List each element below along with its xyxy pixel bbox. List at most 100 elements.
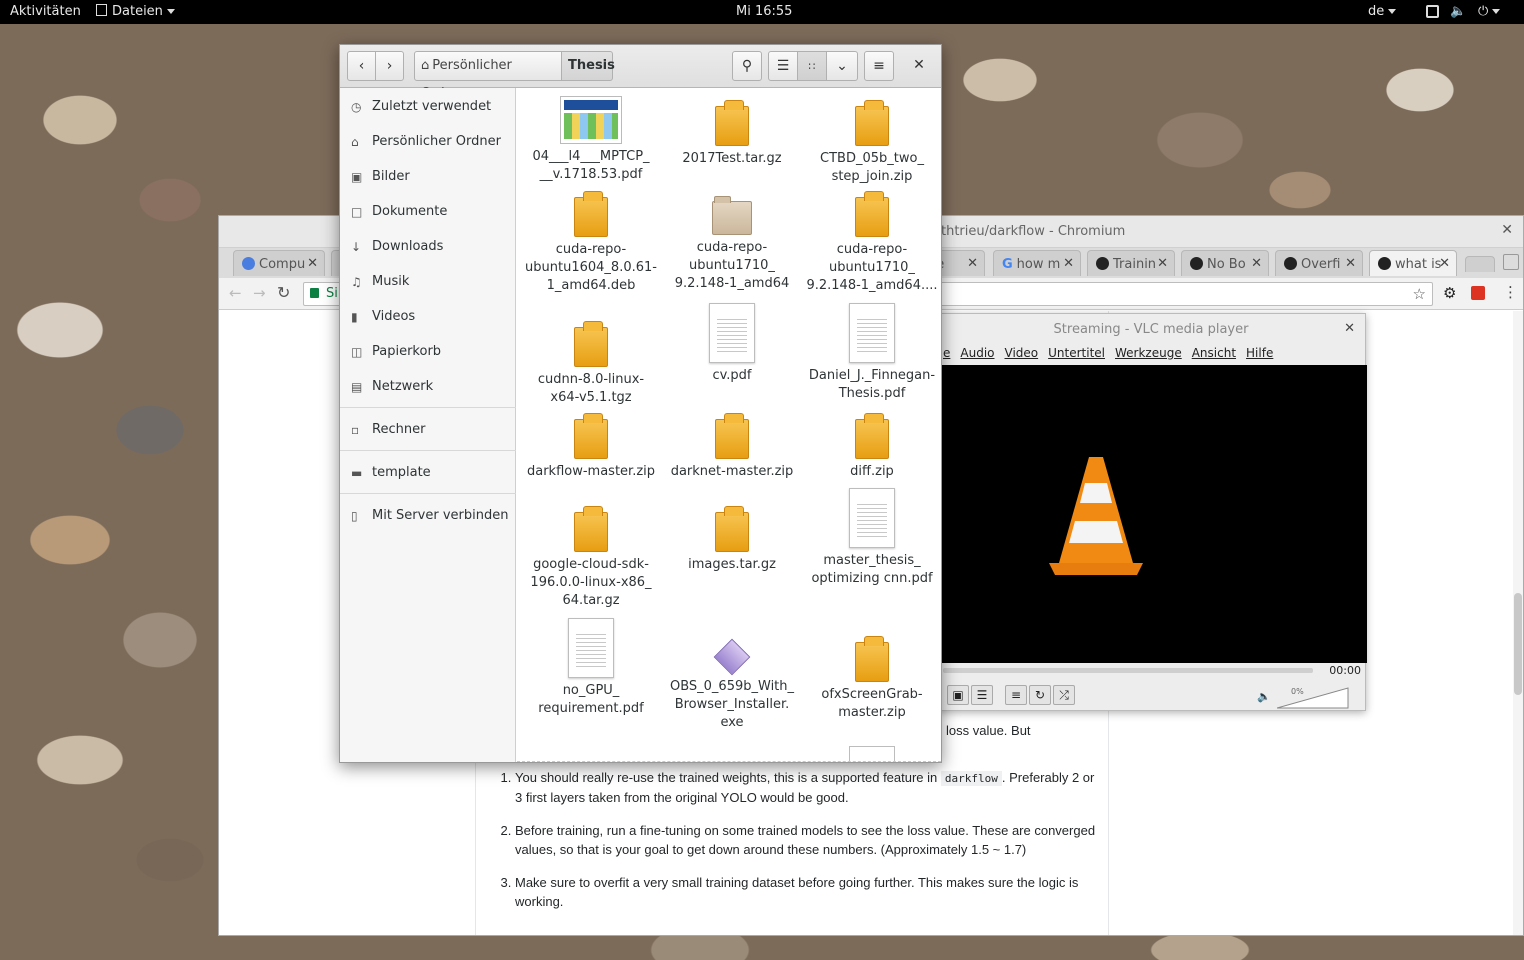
sidebar-item-trash[interactable]: ◫ Papierkorb: [340, 335, 516, 369]
close-icon[interactable]: ✕: [1251, 256, 1262, 271]
sidebar-item-network[interactable]: ▤ Netzwerk: [340, 370, 516, 404]
extension-icon[interactable]: [1471, 286, 1485, 300]
volume-icon[interactable]: 🔈: [1450, 4, 1466, 19]
language-indicator[interactable]: de: [1368, 4, 1397, 19]
github-icon: [1096, 257, 1109, 270]
network-icon: ▤: [351, 380, 363, 394]
back-button[interactable]: ‹: [347, 51, 376, 81]
camera-icon: ▣: [351, 170, 363, 184]
file-item[interactable]: darknet-master.zip: [664, 413, 800, 481]
reload-icon[interactable]: ↻: [277, 283, 290, 302]
file-item[interactable]: cv.pdf: [664, 303, 800, 385]
menu-item[interactable]: Untertitel: [1048, 346, 1105, 360]
file-item[interactable]: Daniel_J._Finnegan- Thesis.pdf: [804, 303, 940, 403]
equalizer-button[interactable]: ☰: [971, 685, 993, 705]
browser-tab[interactable]: Overfi ✕: [1275, 250, 1363, 276]
sidebar-item-template[interactable]: ▬ template: [340, 456, 516, 490]
sidebar-item-downloads[interactable]: ↓ Downloads: [340, 230, 516, 264]
frame-button[interactable]: ▣: [947, 685, 969, 705]
list-view-button[interactable]: ☰: [768, 51, 798, 81]
menu-item[interactable]: Werkzeuge: [1115, 346, 1182, 360]
close-icon[interactable]: ✕: [1063, 256, 1074, 271]
window-icon[interactable]: [1426, 5, 1439, 18]
breadcrumb-home[interactable]: ⌂Persönlicher Ordner: [414, 51, 562, 101]
close-button[interactable]: ✕: [904, 51, 934, 81]
breadcrumb-current[interactable]: Thesis: [561, 51, 615, 81]
browser-tab[interactable]: Trainin ✕: [1087, 250, 1175, 276]
vlc-title: Streaming - VLC media player: [1053, 322, 1249, 337]
file-item[interactable]: cudnn-8.0-linux- x64-v5.1.tgz: [523, 321, 659, 407]
file-item[interactable]: no_GPU_ requirement.pdf: [523, 618, 659, 718]
sidebar-item-recent[interactable]: ◷ Zuletzt verwendet: [340, 90, 516, 124]
file-item[interactable]: master_thesis_ optimizing cnn.pdf: [804, 488, 940, 588]
sidebar-item-home[interactable]: ⌂ Persönlicher Ordner: [340, 125, 516, 159]
close-icon[interactable]: ✕: [307, 256, 318, 271]
file-item[interactable]: cuda-repo- ubuntu1604_8.0.61- 1_amd64.de…: [523, 191, 659, 295]
file-item[interactable]: 2017Test.tar.gz: [664, 100, 800, 168]
close-icon[interactable]: ✕: [967, 256, 978, 271]
forward-icon[interactable]: →: [253, 284, 266, 302]
google-icon: G: [1002, 257, 1013, 272]
forward-button[interactable]: ›: [375, 51, 404, 81]
video-area[interactable]: [937, 365, 1367, 663]
app-menu[interactable]: Dateien: [96, 4, 175, 19]
file-item[interactable]: cuda-repo- ubuntu1710_ 9.2.148-1_amd64..…: [804, 191, 940, 295]
menu-button[interactable]: ≡: [864, 51, 894, 81]
power-icon[interactable]: ⏻: [1478, 4, 1501, 19]
sidebar-item-computer[interactable]: ▫ Rechner: [340, 413, 516, 447]
browser-tab[interactable]: Ghow m ✕: [993, 250, 1081, 276]
menu-item[interactable]: Audio: [960, 346, 994, 360]
file-item[interactable]: ofxScreenGrab- master.zip: [804, 636, 940, 722]
seek-track[interactable]: [943, 668, 1313, 673]
menu-item[interactable]: Video: [1005, 346, 1039, 360]
shuffle-button[interactable]: ⤮: [1053, 685, 1075, 705]
close-icon[interactable]: ✕: [1157, 256, 1168, 271]
scrollbar-thumb[interactable]: [1514, 593, 1522, 695]
menu-item[interactable]: Hilfe: [1246, 346, 1273, 360]
archive-icon: [574, 413, 608, 459]
folder-item[interactable]: cuda-repo- ubuntu1710_ 9.2.148-1_amd64: [664, 196, 800, 293]
sidebar-item-connect-server[interactable]: ▯ Mit Server verbinden: [340, 499, 516, 533]
search-button[interactable]: ⚲: [732, 51, 762, 81]
playlist-button[interactable]: ≡: [1005, 685, 1027, 705]
view-options-button[interactable]: ⌄: [826, 51, 858, 81]
close-icon[interactable]: ✕: [1439, 256, 1450, 271]
file-item[interactable]: CTBD_05b_two_ step_join.zip: [804, 100, 940, 186]
file-item[interactable]: 04___l4___MPTCP_ __v.1718.53.pdf: [523, 96, 659, 184]
sidebar-label: Downloads: [372, 239, 444, 254]
clock[interactable]: Mi 16:55: [736, 4, 792, 19]
sidebar-item-documents[interactable]: □ Dokumente: [340, 195, 516, 229]
volume-slider[interactable]: 0%: [1276, 687, 1349, 709]
menu-item[interactable]: Ansicht: [1192, 346, 1236, 360]
sidebar-item-music[interactable]: ♫ Musik: [340, 265, 516, 299]
browser-tab[interactable]: No Bo ✕: [1181, 250, 1269, 276]
sidebar-item-videos[interactable]: ▮ Videos: [340, 300, 516, 334]
scrollbar[interactable]: [1513, 311, 1523, 935]
seek-bar[interactable]: 00:00: [937, 663, 1367, 679]
speaker-icon[interactable]: 🔈: [1257, 690, 1271, 703]
file-item[interactable]: google-cloud-sdk- 196.0.0-linux-x86_ 64.…: [523, 506, 659, 610]
file-item[interactable]: diff.zip: [804, 413, 940, 481]
sidebar-item-pictures[interactable]: ▣ Bilder: [340, 160, 516, 194]
extension-icon[interactable]: ⚙: [1443, 284, 1456, 302]
star-icon[interactable]: ☆: [1413, 285, 1426, 303]
menu-icon[interactable]: ⋮: [1503, 283, 1518, 301]
close-icon[interactable]: ✕: [1345, 256, 1356, 271]
menu-item[interactable]: e: [943, 346, 950, 360]
file-label: Daniel_J._Finnegan- Thesis.pdf: [808, 368, 936, 401]
back-icon[interactable]: ←: [229, 284, 242, 302]
file-label: ofxScreenGrab- master.zip: [821, 687, 923, 720]
profile-icon[interactable]: [1503, 254, 1519, 270]
file-item[interactable]: images.tar.gz: [664, 506, 800, 574]
file-label: darkflow-master.zip: [526, 464, 656, 479]
browser-tab-active[interactable]: what is ✕: [1369, 250, 1457, 276]
close-icon[interactable]: ✕: [1501, 222, 1513, 238]
file-item[interactable]: darkflow-master.zip: [523, 413, 659, 481]
file-item[interactable]: OBS_0_659b_With_ Browser_Installer. exe: [664, 638, 800, 732]
new-tab-button[interactable]: [1465, 256, 1495, 272]
browser-tab[interactable]: Compu ✕: [233, 250, 325, 276]
grid-view-button[interactable]: ∷: [797, 51, 827, 81]
close-icon[interactable]: ✕: [1344, 321, 1355, 336]
activities-button[interactable]: Aktivitäten: [10, 4, 81, 19]
loop-button[interactable]: ↻: [1029, 685, 1051, 705]
